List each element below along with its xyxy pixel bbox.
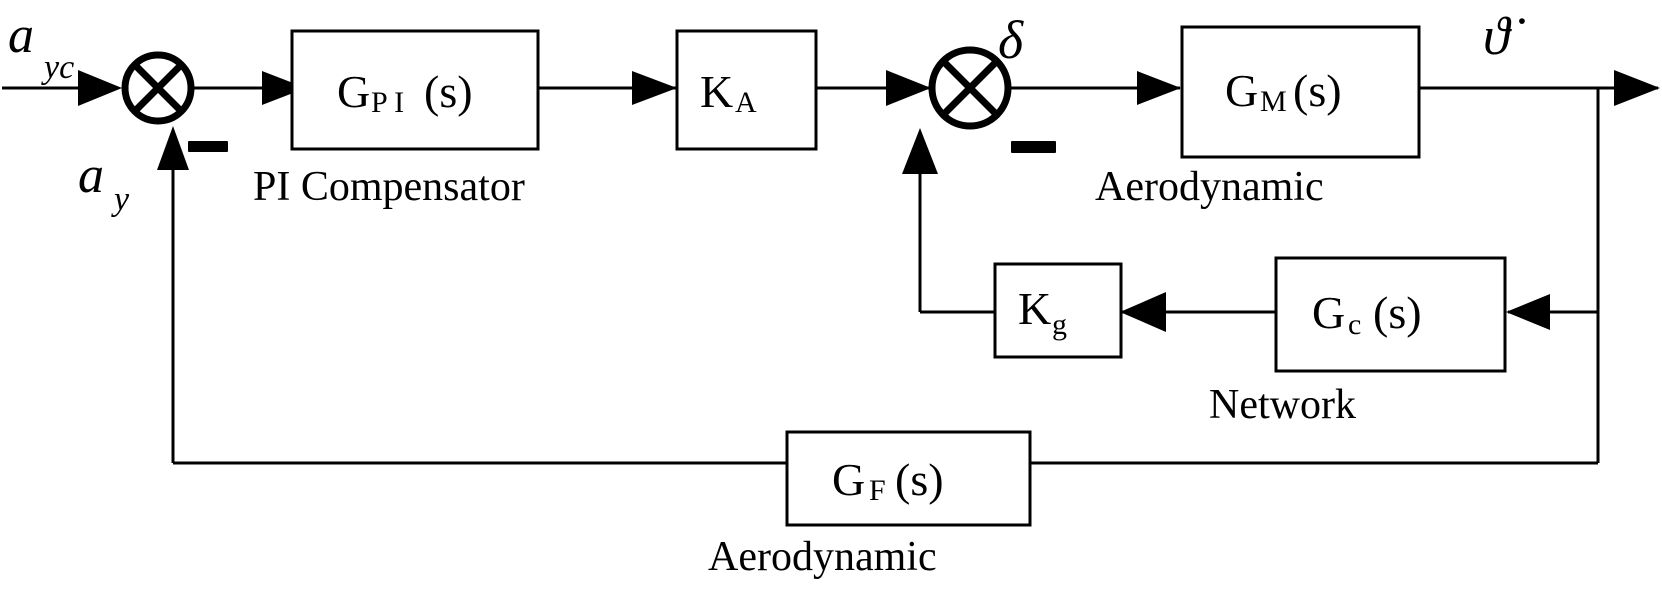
block-ka-symbol: K	[700, 66, 733, 117]
arrow-sum2-to-gm	[1137, 71, 1181, 105]
block-gf-symbol: G	[832, 454, 865, 505]
block-gf-argument: (s)	[895, 454, 944, 505]
arrow-rateloop-into-sum2	[902, 128, 938, 174]
block-gpi-symbol: G	[337, 66, 370, 117]
caption-gc: Network	[1209, 382, 1356, 428]
caption-gm: Aerodynamic	[1095, 164, 1324, 210]
block-gpi-argument: (s)	[424, 66, 473, 117]
minus-sign-sum2	[1011, 141, 1056, 153]
block-gc-symbol: G	[1312, 287, 1345, 338]
label-actuator-deflection: δ	[998, 10, 1024, 70]
minus-sign-sum1	[188, 141, 228, 152]
arrow-gpi-to-ka	[632, 71, 677, 105]
block-gm-argument: (s)	[1293, 65, 1342, 116]
block-gpi[interactable]	[290, 29, 540, 151]
block-gm-subscript: M	[1260, 85, 1287, 118]
arrow-output	[1614, 70, 1660, 106]
block-gc-argument: (s)	[1373, 287, 1422, 338]
block-gf-subscript: F	[869, 474, 886, 507]
arrow-ka-to-sum2	[886, 70, 931, 106]
label-command-input-subscript: yc	[41, 49, 74, 86]
label-feedback-accel-subscript: y	[111, 181, 130, 218]
caption-gpi: PI Compensator	[253, 164, 525, 210]
arrow-branch-to-gc	[1506, 294, 1550, 330]
block-kg-symbol: K	[1018, 283, 1051, 334]
block-gc-subscript: c	[1348, 308, 1361, 341]
block-diagram-canvas: a yc a y G P I (s) PI Compensator K A δ …	[0, 0, 1662, 607]
block-gm-symbol: G	[1225, 65, 1258, 116]
arrow-gc-to-kg	[1120, 292, 1166, 332]
block-ka-subscript: A	[735, 86, 757, 119]
arrow-outerloop-into-sum1	[157, 126, 189, 170]
control-system-diagram: a yc a y G P I (s) PI Compensator K A δ …	[2, 6, 1660, 580]
label-command-input: a	[8, 7, 34, 64]
label-output-rate: ϑ̇	[1483, 6, 1525, 66]
block-gpi-subscript: P I	[371, 86, 404, 119]
label-feedback-accel: a	[78, 147, 104, 204]
block-kg-subscript: g	[1052, 308, 1067, 341]
caption-gf: Aerodynamic	[708, 534, 937, 580]
arrow-input-to-sum1	[78, 70, 122, 106]
